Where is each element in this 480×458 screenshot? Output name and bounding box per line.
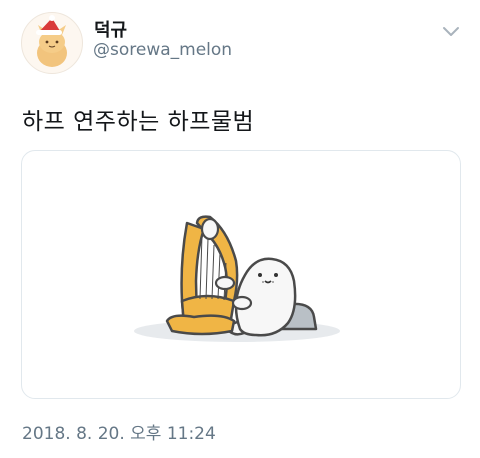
- user-avatar[interactable]: [21, 12, 83, 74]
- seal-playing-harp-illustration: [134, 215, 340, 342]
- tweet-media-card[interactable]: [21, 150, 461, 399]
- user-display-name[interactable]: 덕규: [94, 16, 127, 42]
- tweet-card: 덕규 @sorewa_melon 하프 연주하는 하프물범 2018. 8. 2…: [0, 0, 480, 458]
- tweet-text: 하프 연주하는 하프물범: [22, 109, 255, 135]
- chevron-down-icon[interactable]: [440, 20, 462, 42]
- user-handle[interactable]: @sorewa_melon: [93, 40, 232, 60]
- tweet-timestamp[interactable]: 2018. 8. 20. 오후 11:24: [22, 419, 216, 444]
- cat-avatar-icon: [36, 15, 67, 67]
